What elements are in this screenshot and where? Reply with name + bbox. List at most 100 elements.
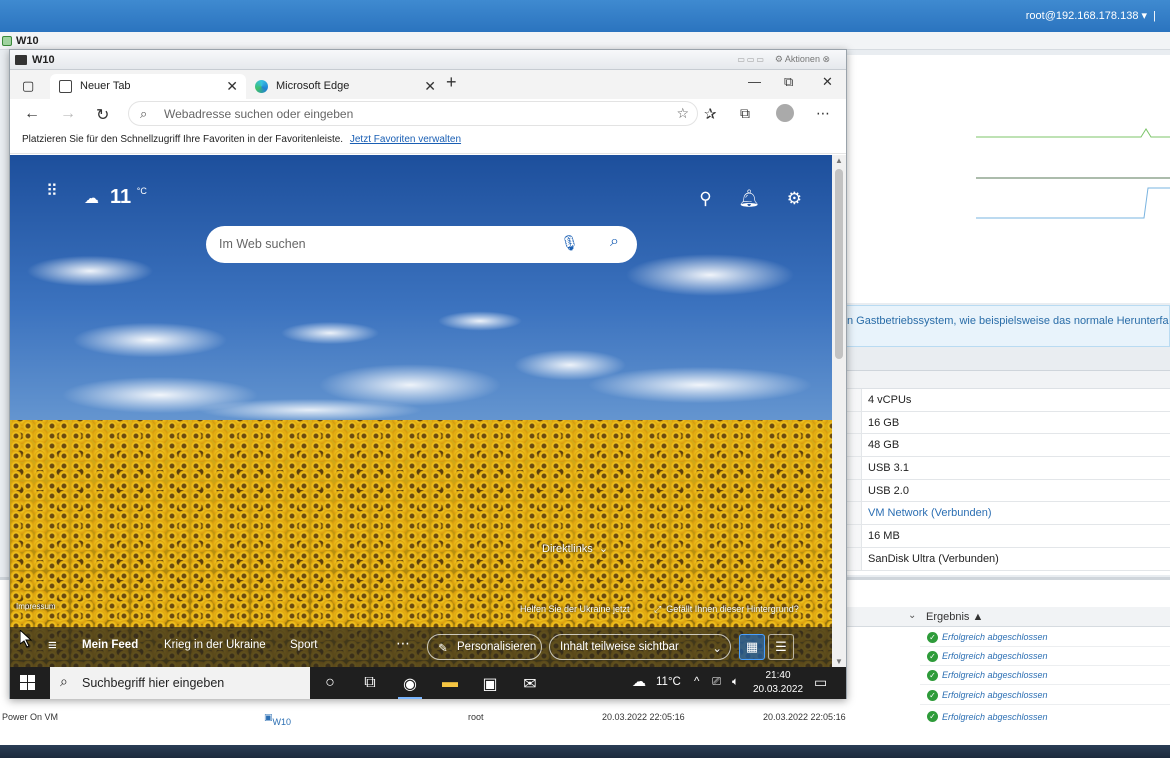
mail-icon[interactable]: ✉ (518, 674, 542, 694)
web-search-box[interactable]: Im Web suchen 🎙︎ ⌕ (206, 226, 637, 263)
collections-icon[interactable]: ⧉ (740, 105, 750, 122)
weather-tray-icon[interactable]: ☁ (632, 673, 646, 690)
hardware-value: 16 GB (868, 416, 900, 429)
console-controls[interactable]: ▭▭▭ (737, 55, 766, 64)
tab-label: Neuer Tab (80, 80, 131, 92)
feed-tab-ukraine[interactable]: Krieg in der Ukraine (164, 639, 266, 651)
web-search-placeholder: Im Web suchen (219, 237, 306, 251)
table-row[interactable]: Power On VM ▣ W10 root 20.03.2022 22:05:… (0, 707, 1170, 727)
back-arrow-icon[interactable]: ← (24, 105, 40, 123)
table-row[interactable]: ✓ Erfolgreich abgeschlossen (920, 628, 1170, 647)
scroll-thumb[interactable] (835, 169, 843, 359)
hardware-value[interactable]: VM Network (Verbunden) (868, 507, 992, 519)
task-view-icon[interactable]: ⧉ (358, 674, 382, 692)
weather-tray-text[interactable]: 11°C (656, 676, 681, 688)
console-titlebar[interactable]: W10 ▭▭▭ ⚙ Aktionen ⊗ (10, 50, 846, 70)
manage-favorites-link[interactable]: Jetzt Favoriten verwalten (350, 134, 461, 145)
chevron-down-icon[interactable]: ⌄ (908, 610, 916, 621)
content-visibility-select[interactable]: Inhalt teilweise sichtbar ⌄ (549, 634, 731, 660)
task-target-link[interactable]: ▣ W10 (264, 712, 291, 727)
file-explorer-icon[interactable]: ▬ (438, 674, 462, 692)
tab-microsoft-edge[interactable]: Microsoft Edge ✕ (246, 74, 444, 99)
more-menu-icon[interactable]: ⋯ (816, 105, 830, 122)
success-icon: ✓ (927, 651, 938, 662)
scroll-down-icon[interactable]: ▼ (835, 657, 843, 666)
ukraine-help-link[interactable]: Helfen Sie der Ukraine jetzt (520, 604, 630, 614)
table-row[interactable]: ✓ Erfolgreich abgeschlossen (920, 686, 1170, 705)
edge-taskbar-icon[interactable]: ◉ (398, 674, 422, 699)
quick-links-toggle[interactable]: Direktlinks ⌄ (542, 542, 608, 555)
restore-icon[interactable]: ⧉ (784, 74, 793, 90)
esxi-top-bar: root@192.168.178.138 ▾ | (0, 0, 1170, 32)
table-row[interactable]: ✓ Erfolgreich abgeschlossen (920, 666, 1170, 685)
close-tab-icon[interactable]: ✕ (226, 78, 238, 95)
new-tab-plus-icon[interactable]: + (446, 72, 457, 93)
rewards-icon[interactable]: ⚲ (699, 189, 711, 208)
row-label-cell (846, 547, 862, 570)
feed-tab-mein-feed[interactable]: Mein Feed (82, 639, 138, 651)
user-menu[interactable]: root@192.168.178.138 ▾ | (1026, 9, 1156, 22)
bell-icon[interactable]: 🔔︎ (738, 189, 760, 208)
notification-icon[interactable]: ▭ (814, 674, 827, 691)
row-label-cell (846, 525, 862, 547)
personalize-button[interactable]: ✎ Personalisieren (427, 634, 542, 660)
impressum-link[interactable]: Impressum (16, 602, 56, 611)
address-bar[interactable]: ⌕ Webadresse suchen oder eingeben ☆ (128, 101, 698, 126)
add-favorite-icon[interactable]: ☆ (676, 105, 689, 122)
newtab-icon (59, 80, 72, 93)
esxi-footer (0, 745, 1170, 758)
pencil-icon: ✎ (438, 643, 448, 655)
performance-chart (846, 55, 1170, 303)
forward-arrow-icon[interactable]: → (60, 105, 76, 123)
hardware-value: 48 GB (868, 439, 900, 452)
success-icon: ✓ (927, 711, 938, 722)
background-like-link[interactable]: ⤢ Gefällt Ihnen dieser Hintergrund? (654, 604, 799, 615)
column-header-result[interactable]: Ergebnis ▲ (926, 611, 983, 623)
page-scrollbar[interactable]: ▲ ▼ (832, 155, 846, 667)
cortana-icon[interactable]: ○ (318, 674, 342, 692)
table-row: 16 MB (846, 525, 1170, 548)
tab-actions-icon[interactable]: ▢ (22, 78, 34, 94)
search-icon[interactable]: ⌕ (610, 233, 619, 251)
microphone-icon[interactable]: 🎙︎ (560, 234, 579, 252)
table-row: 48 GB (846, 434, 1170, 458)
close-window-icon[interactable]: ✕ (822, 74, 833, 90)
table-row: SanDisk Ultra (Verbunden) (846, 547, 1170, 571)
taskbar-clock[interactable]: 21:40 20.03.2022 (752, 669, 804, 697)
list-view-icon[interactable]: ☰ (768, 634, 794, 660)
chart-line-green (976, 128, 1170, 138)
network-icon[interactable]: ⎚ (712, 676, 721, 689)
task-result: Erfolgreich abgeschlossen (942, 632, 1048, 642)
more-icon[interactable]: ⋯ (396, 635, 410, 652)
vm-console-window[interactable]: W10 ▭▭▭ ⚙ Aktionen ⊗ ▢ Neuer Tab ✕ Micro… (9, 49, 847, 699)
app-launcher-icon[interactable]: ⠿ (46, 184, 58, 200)
taskbar-search[interactable]: ⌕ Suchbegriff hier eingeben (50, 667, 310, 699)
tab-label: Microsoft Edge (276, 80, 350, 92)
gear-icon[interactable]: ⚙ (787, 189, 802, 208)
profile-avatar-icon[interactable] (776, 104, 794, 122)
store-icon[interactable]: ▣ (478, 674, 502, 694)
weather-temperature[interactable]: 11 °C (110, 186, 147, 209)
volume-muted-icon[interactable]: 🔈︎ (732, 676, 739, 689)
hamburger-menu-icon[interactable]: ≡ (48, 637, 57, 654)
table-row[interactable]: ✓ Erfolgreich abgeschlossen (920, 647, 1170, 666)
tray-overflow-icon[interactable]: ^ (694, 676, 699, 688)
grid-view-icon[interactable]: ▦ (739, 634, 765, 660)
favorites-icon[interactable]: ✰ (704, 105, 717, 123)
windows-start-icon[interactable] (20, 675, 36, 691)
address-placeholder: Webadresse suchen oder eingeben (164, 107, 354, 121)
minimize-icon[interactable]: — (748, 74, 761, 89)
chart-line-blue (976, 187, 1170, 219)
feed-tab-sport[interactable]: Sport (290, 639, 318, 651)
actions-menu[interactable]: ⚙ Aktionen ⊗ (775, 54, 830, 65)
hardware-value: USB 2.0 (868, 484, 909, 497)
clock-time: 21:40 (765, 670, 791, 681)
close-tab-icon[interactable]: ✕ (424, 78, 436, 95)
refresh-icon[interactable]: ↻ (96, 105, 109, 125)
esxi-vm-header: W10 (0, 32, 1170, 50)
task-queued: 20.03.2022 22:05:16 (602, 712, 685, 722)
row-label-cell (846, 502, 862, 525)
tab-new-tab[interactable]: Neuer Tab ✕ (50, 74, 246, 99)
windows-taskbar: ⌕ Suchbegriff hier eingeben ○ ⧉ ◉ ▬ ▣ ✉ … (10, 667, 846, 699)
scroll-up-icon[interactable]: ▲ (835, 156, 843, 165)
